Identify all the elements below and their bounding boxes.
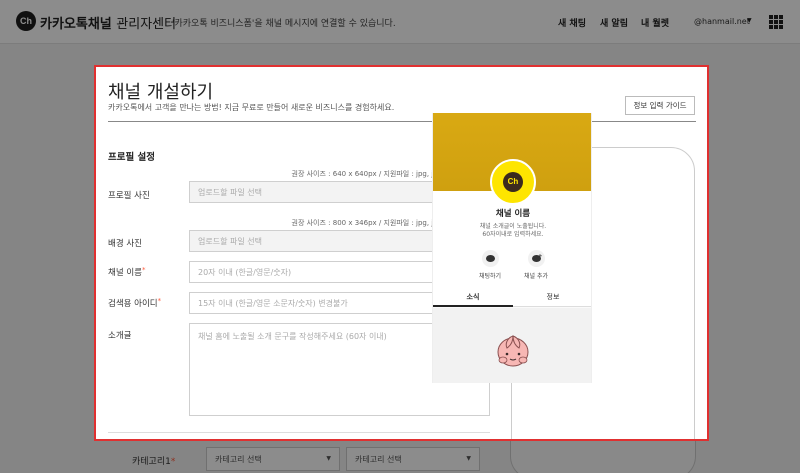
add-channel-icon: + bbox=[527, 250, 545, 267]
active-tab-indicator bbox=[433, 305, 513, 307]
create-channel-modal: 채널 개설하기 카카오톡에서 고객을 만나는 방법! 지금 무료로 만들어 새로… bbox=[94, 65, 709, 441]
title-divider bbox=[108, 121, 696, 122]
preview-intro: 채널 소개글이 노출됩니다. 60자이내로 입력하세요. bbox=[479, 223, 547, 238]
chat-bubble-icon bbox=[481, 250, 499, 267]
background-photo-file-field[interactable]: 업로드할 파일 선택 bbox=[189, 230, 433, 252]
profile-photo-label: 프로필 사진 bbox=[108, 191, 150, 201]
form-divider bbox=[108, 432, 490, 433]
channel-name-label: 채널 이름* bbox=[108, 266, 146, 278]
preview-tab-news: 소식 bbox=[466, 293, 480, 301]
apeach-character-icon bbox=[497, 335, 529, 367]
modal-description: 카카오톡에서 고객을 만나는 방법! 지금 무료로 만들어 새로운 비즈니스를 … bbox=[108, 103, 395, 112]
preview-add-channel-action: + 채널 추가 bbox=[511, 250, 561, 280]
background-photo-label: 배경 사진 bbox=[108, 239, 142, 249]
intro-label: 소개글 bbox=[108, 331, 132, 341]
profile-photo-file-field[interactable]: 업로드할 파일 선택 bbox=[189, 181, 433, 203]
phone-preview-screen: Ch 채널 이름 채널 소개글이 노출됩니다. 60자이내로 입력하세요. 채팅… bbox=[432, 113, 592, 383]
preview-chat-action: 채팅하기 bbox=[465, 250, 515, 280]
channel-profile-icon: Ch bbox=[490, 159, 536, 205]
search-id-label: 검색용 아이디* bbox=[108, 297, 162, 309]
info-guide-button[interactable]: 정보 입력 가이드 bbox=[625, 96, 695, 115]
preview-tab-info: 정보 bbox=[546, 293, 560, 301]
modal-title: 채널 개설하기 bbox=[108, 82, 214, 103]
preview-tabs: 소식 정보 bbox=[433, 287, 591, 307]
profile-settings-heading: 프로필 설정 bbox=[108, 152, 156, 163]
preview-channel-name: 채널 이름 bbox=[495, 209, 531, 219]
